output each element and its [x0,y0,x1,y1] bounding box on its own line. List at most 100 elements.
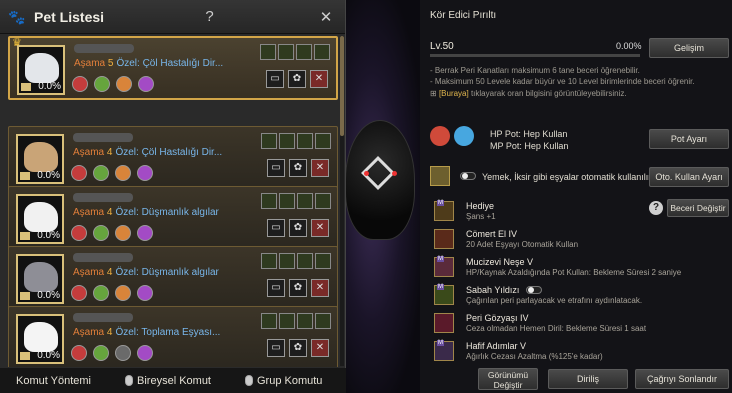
pot-settings-button[interactable]: Pot Ayarı [649,129,729,149]
gather-skill-icon[interactable] [93,165,109,181]
paw-action-button[interactable]: ✿ [289,279,307,297]
auto-use-toggle[interactable] [460,172,476,180]
feed-button[interactable]: ▭ [267,279,285,297]
talent-icon[interactable] [296,44,312,60]
help-icon[interactable]: ? [649,201,663,215]
talent-icon[interactable] [279,313,295,329]
release-button[interactable]: ✕ [311,279,329,297]
attack-skill-icon[interactable] [71,225,87,241]
help-button[interactable]: ? [199,8,221,25]
talent-icon[interactable] [297,253,313,269]
gather-skill-icon[interactable] [93,225,109,241]
skill-desc: Çağırılan peri parlayacak ve etrafını ay… [466,296,643,305]
pet-card[interactable]: 0.0% Aşama 4 Özel: Çöl Hastalığı Dir... ▭… [8,126,338,190]
pet-card[interactable]: 0.0% Aşama 4 Özel: Düşmanlık algılar ▭ ✿ … [8,246,338,310]
talent-icon[interactable] [314,44,330,60]
attack-skill-icon[interactable] [72,76,88,92]
talent-icon[interactable] [279,253,295,269]
talent-icon[interactable] [279,193,295,209]
pet-tag-icon [20,352,30,360]
close-button[interactable]: ✕ [315,8,337,26]
talent-icon[interactable] [260,44,276,60]
move-skill-icon[interactable] [115,285,131,301]
change-appearance-button[interactable]: Görünümü Değiştir [478,368,538,390]
paw-action-button[interactable]: ✿ [289,339,307,357]
pet-name-redacted [73,313,133,322]
move-skill-icon[interactable] [116,76,132,92]
pet-skill-icons [72,76,154,92]
rate-info-note: ⊞ [Buraya] tıklayarak oran bilgisini gör… [430,89,627,98]
stage-label: Aşama [73,147,105,158]
special-skill-icon[interactable] [137,345,153,361]
release-button[interactable]: ✕ [311,219,329,237]
scrollbar-thumb[interactable] [340,36,344,136]
talent-icon[interactable] [315,313,331,329]
gift-icon: M [434,200,454,221]
feed-button[interactable]: ▭ [266,70,284,88]
release-button[interactable]: ✕ [311,159,329,177]
talent-icon[interactable] [278,44,294,60]
change-skill-button[interactable]: Beceri Değiştir [667,199,729,217]
talent-icon[interactable] [261,253,277,269]
gather-skill-icon[interactable] [93,285,109,301]
gather-skill-icon[interactable] [93,345,109,361]
morning-star-toggle[interactable] [526,286,542,294]
develop-button[interactable]: Gelişim [649,38,729,58]
auto-use-settings-button[interactable]: Oto. Kullan Ayarı [649,167,729,187]
feed-button[interactable]: ▭ [267,339,285,357]
pet-list-header: 🐾 Pet Listesi ? ✕ [0,0,345,34]
pet-list: ♛ 0.0% Aşama 5 Özel: Çöl Hastalığı Dir...… [4,34,340,367]
pet-name-redacted [73,133,133,142]
pet-level: Lv.50 [430,41,454,52]
attack-skill-icon[interactable] [71,285,87,301]
pet-card[interactable]: 0.0% Aşama 4 Özel: Düşmanlık algılar ▭ ✿ … [8,186,338,250]
feed-button[interactable]: ▭ [267,219,285,237]
pet-tag-icon [20,292,30,300]
talent-icon[interactable] [261,133,277,149]
paw-action-button[interactable]: ✿ [289,219,307,237]
attack-skill-icon[interactable] [71,165,87,181]
feed-button[interactable]: ▭ [267,159,285,177]
paw-action-button[interactable]: ✿ [289,159,307,177]
talent-icon[interactable] [315,133,331,149]
pet-portrait: 0.0% [17,45,65,95]
talent-icon[interactable] [315,253,331,269]
talent-icon[interactable] [297,193,313,209]
group-command[interactable]: Grup Komutu [245,375,322,387]
rate-info-link[interactable]: [Buraya] [439,89,469,98]
end-summon-button[interactable]: Çağrıyı Sonlandır [635,369,729,389]
release-button[interactable]: ✕ [311,339,329,357]
pet-list-scrollbar[interactable] [340,36,344,366]
revive-button[interactable]: Diriliş [548,369,628,389]
move-skill-icon[interactable] [115,345,131,361]
talent-icon[interactable] [261,193,277,209]
skill-desc: Şans +1 [466,212,496,221]
pet-actions: ▭ ✿ ✕ [267,339,329,357]
pet-exp-percent: 0.0% [37,230,60,241]
release-button[interactable]: ✕ [310,70,328,88]
individual-command[interactable]: Bireysel Komut [125,375,211,387]
talent-icon[interactable] [279,133,295,149]
note-line-2: - Maksimum 50 Levele kadar büyür ve 10 L… [430,77,695,86]
talent-icon[interactable] [297,133,313,149]
special-skill-icon[interactable] [138,76,154,92]
talent-icon[interactable] [297,313,313,329]
gather-skill-icon[interactable] [94,76,110,92]
move-skill-icon[interactable] [115,165,131,181]
pet-card[interactable]: ♛ 0.0% Aşama 5 Özel: Çöl Hastalığı Dir...… [8,36,338,100]
pet-tag-icon [20,172,30,180]
potion-icon [430,166,450,186]
stage-label: Aşama [73,327,105,338]
special-skill-icon[interactable] [137,285,153,301]
paw-action-button[interactable]: ✿ [288,70,306,88]
talent-icon[interactable] [261,313,277,329]
talent-icon[interactable] [315,193,331,209]
attack-skill-icon[interactable] [71,345,87,361]
pet-card[interactable]: 0.0% Aşama 4 Özel: Toplama Eşyası... ▭ ✿ … [8,306,338,367]
pet-talent-icons [261,313,331,329]
special-skill-icon[interactable] [137,165,153,181]
move-skill-icon[interactable] [115,225,131,241]
skill-mark: M [437,200,444,206]
special-skill-icon[interactable] [137,225,153,241]
skill-desc: Ceza olmadan Hemen Diril: Bekleme Süresi… [466,324,647,333]
